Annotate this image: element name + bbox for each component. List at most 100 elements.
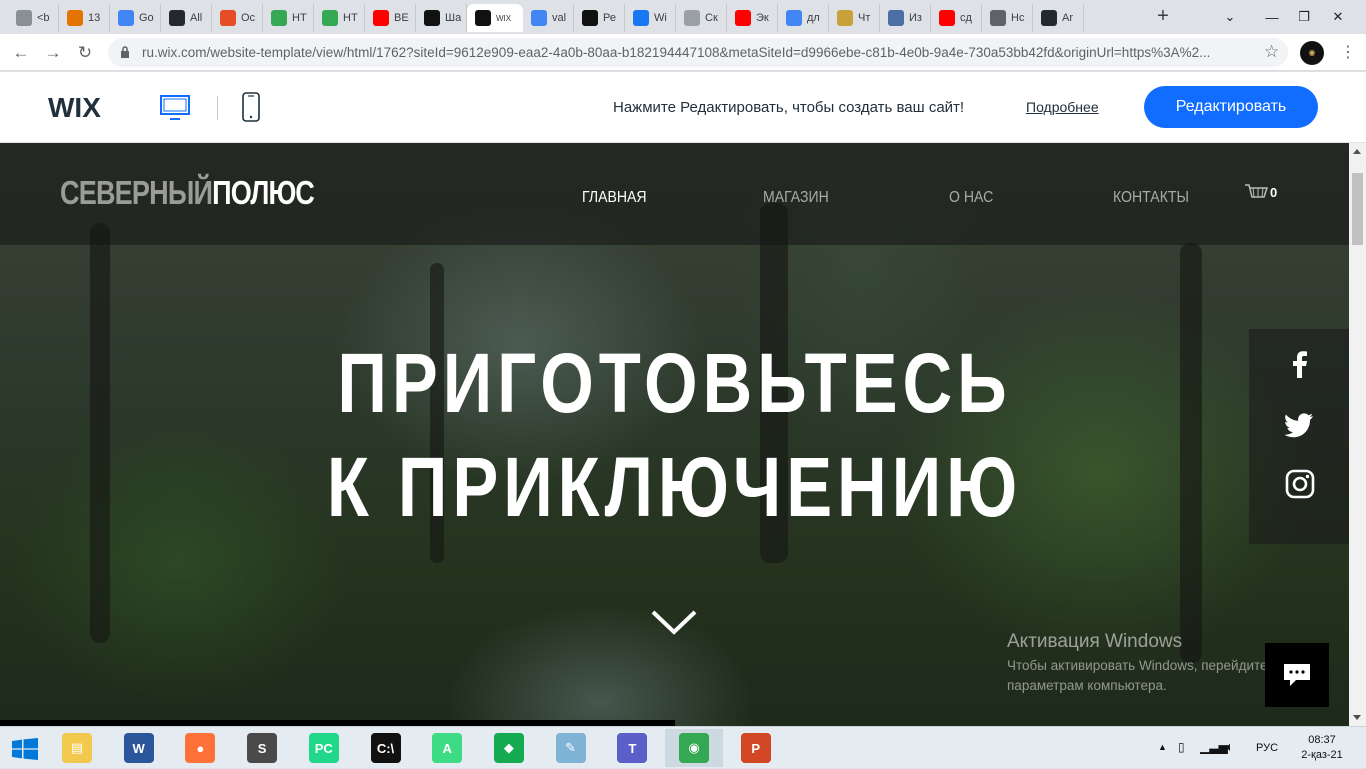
browser-tab-label: Wi	[654, 12, 667, 24]
nav-about[interactable]: О НАС	[949, 189, 993, 207]
browser-tab-label: ВЕ	[394, 12, 409, 24]
edit-button[interactable]: Редактировать	[1144, 86, 1318, 128]
scrollbar-thumb[interactable]	[1352, 173, 1363, 245]
restore-icon[interactable]: ❐	[1286, 0, 1322, 34]
chat-button[interactable]	[1265, 643, 1329, 707]
close-window-icon[interactable]: ✕	[1320, 0, 1356, 34]
battery-icon[interactable]: ▯	[1178, 740, 1185, 754]
taskbar-app[interactable]: ▤	[48, 729, 106, 767]
browser-tab[interactable]: Ша	[416, 4, 467, 32]
browser-tab[interactable]: All	[161, 4, 212, 32]
youtube-icon	[373, 10, 389, 26]
language-indicator[interactable]: РУС	[1256, 742, 1278, 754]
browser-tab[interactable]: НТ	[314, 4, 365, 32]
dropdown-icon[interactable]: ⌄	[1212, 0, 1248, 34]
browser-tab[interactable]: Go	[110, 4, 161, 32]
check-icon	[271, 10, 287, 26]
browser-tab[interactable]: 13	[59, 4, 110, 32]
browser-tab-label: val	[552, 12, 567, 24]
desktop-view-icon[interactable]	[160, 94, 190, 122]
url-text[interactable]: ru.wix.com/website-template/view/html/17…	[142, 45, 1252, 60]
twitter-icon[interactable]	[1285, 409, 1315, 439]
scroll-up-arrow-icon[interactable]	[1353, 149, 1361, 154]
taskbar-app[interactable]: P	[727, 729, 785, 767]
page-scrollbar[interactable]	[1349, 143, 1366, 726]
instagram-icon[interactable]	[1285, 469, 1315, 499]
hero-headline-line2: К ПРИКЛЮЧЕНИЮ	[326, 440, 1023, 534]
bookmark-star-icon[interactable]: ☆	[1264, 42, 1279, 62]
windows-activation-subtitle: Чтобы активировать Windows, перейдите к …	[1007, 658, 1278, 693]
tray-chevron-icon[interactable]: ▲	[1158, 742, 1167, 752]
taskbar-app[interactable]: W	[110, 729, 168, 767]
browser-tab-label: All	[190, 12, 203, 24]
nav-home[interactable]: ГЛАВНАЯ	[582, 189, 647, 207]
site-logo[interactable]: СЕВЕРНЫЙПОЛЮС	[60, 174, 315, 212]
taskbar-app[interactable]: ✎	[542, 729, 600, 767]
back-icon[interactable]: ←	[8, 40, 34, 66]
divider	[217, 96, 218, 120]
site-logo-part1: СЕВЕРНЫЙ	[60, 174, 213, 211]
browser-tab-active[interactable]: WIX✕	[467, 4, 523, 32]
learn-more-link[interactable]: Подробнее	[1026, 99, 1099, 115]
forward-icon[interactable]: →	[40, 40, 66, 66]
reload-icon[interactable]: ↻	[72, 40, 98, 66]
hero-headline: ПРИГОТОВЬТЕСЬ К ПРИКЛЮЧЕНИЮ	[121, 331, 1227, 539]
taskbar-app[interactable]: T	[603, 729, 661, 767]
browser-tab[interactable]: Эк	[727, 4, 778, 32]
forest-background	[90, 223, 110, 643]
network-icon[interactable]: ▁▃▅	[1200, 740, 1228, 754]
taskbar-app[interactable]: S	[233, 729, 291, 767]
mobile-view-icon[interactable]	[242, 92, 260, 122]
browser-tab[interactable]: Wi	[625, 4, 676, 32]
pycharm-icon: PC	[308, 733, 339, 763]
nav-shop[interactable]: МАГАЗИН	[763, 189, 829, 207]
taskbar-app[interactable]: ◆	[480, 729, 538, 767]
browser-tab[interactable]: Ск	[676, 4, 727, 32]
notepad-icon: ✎	[555, 733, 586, 763]
browser-tab[interactable]: <b	[8, 4, 59, 32]
teams-icon: T	[617, 733, 648, 763]
browser-tab[interactable]: НТ	[263, 4, 314, 32]
cart-icon[interactable]	[1244, 180, 1268, 202]
browser-tab[interactable]: Нс	[982, 4, 1033, 32]
cmd-icon: C:\	[370, 733, 401, 763]
facebook-icon	[633, 10, 649, 26]
minimize-icon[interactable]: —	[1254, 0, 1290, 34]
browser-tab[interactable]: Ре	[574, 4, 625, 32]
windows-activation-title: Активация Windows	[1007, 631, 1183, 652]
browser-tab[interactable]: дл	[778, 4, 829, 32]
browser-tab[interactable]: Чт	[829, 4, 880, 32]
volume-icon[interactable]: 🔈︎	[1226, 739, 1234, 755]
wix-logo[interactable]: WIX	[48, 92, 101, 124]
browser-tab[interactable]: ВЕ	[365, 4, 416, 32]
browser-tab-label: Чт	[858, 12, 871, 24]
taskbar-app[interactable]: C:\	[357, 729, 415, 767]
facebook-icon[interactable]	[1285, 349, 1315, 379]
taskbar-app[interactable]: ◉	[665, 729, 723, 767]
menu-kebab-icon[interactable]: ⋮	[1340, 42, 1356, 62]
scroll-down-arrow-icon[interactable]	[1353, 715, 1361, 720]
taskbar-app[interactable]: ●	[171, 729, 229, 767]
browser-tab[interactable]: val	[523, 4, 574, 32]
globe-icon	[16, 10, 32, 26]
browser-tab[interactable]: сд	[931, 4, 982, 32]
browser-tab-label: <b	[37, 12, 50, 24]
browser-tab[interactable]: Ос	[212, 4, 263, 32]
browser-tab[interactable]: Из	[880, 4, 931, 32]
site-preview: СЕВЕРНЫЙПОЛЮС ГЛАВНАЯ МАГАЗИН О НАС КОНТ…	[0, 143, 1349, 726]
taskbar-app[interactable]: PC	[295, 729, 353, 767]
scroll-down-chevron-icon[interactable]	[650, 608, 698, 638]
google-icon	[531, 10, 547, 26]
cart-count[interactable]: 0	[1270, 185, 1277, 200]
address-bar[interactable]: ru.wix.com/website-template/view/html/17…	[108, 38, 1288, 67]
new-tab-icon[interactable]: +	[1152, 6, 1174, 28]
profile-avatar[interactable]: ◉	[1300, 41, 1324, 65]
browser-tab-label: Ar	[1062, 12, 1073, 24]
taskbar-app[interactable]: A	[418, 729, 476, 767]
clock-date: 2-қаз-21	[1301, 749, 1343, 761]
windows-start-icon[interactable]	[12, 738, 38, 760]
clock[interactable]: 08:37 2-қаз-21	[1296, 733, 1348, 763]
browser-tab-label: Ск	[705, 12, 718, 24]
nav-contacts[interactable]: КОНТАКТЫ	[1113, 189, 1189, 207]
browser-tab[interactable]: Ar	[1033, 4, 1084, 32]
